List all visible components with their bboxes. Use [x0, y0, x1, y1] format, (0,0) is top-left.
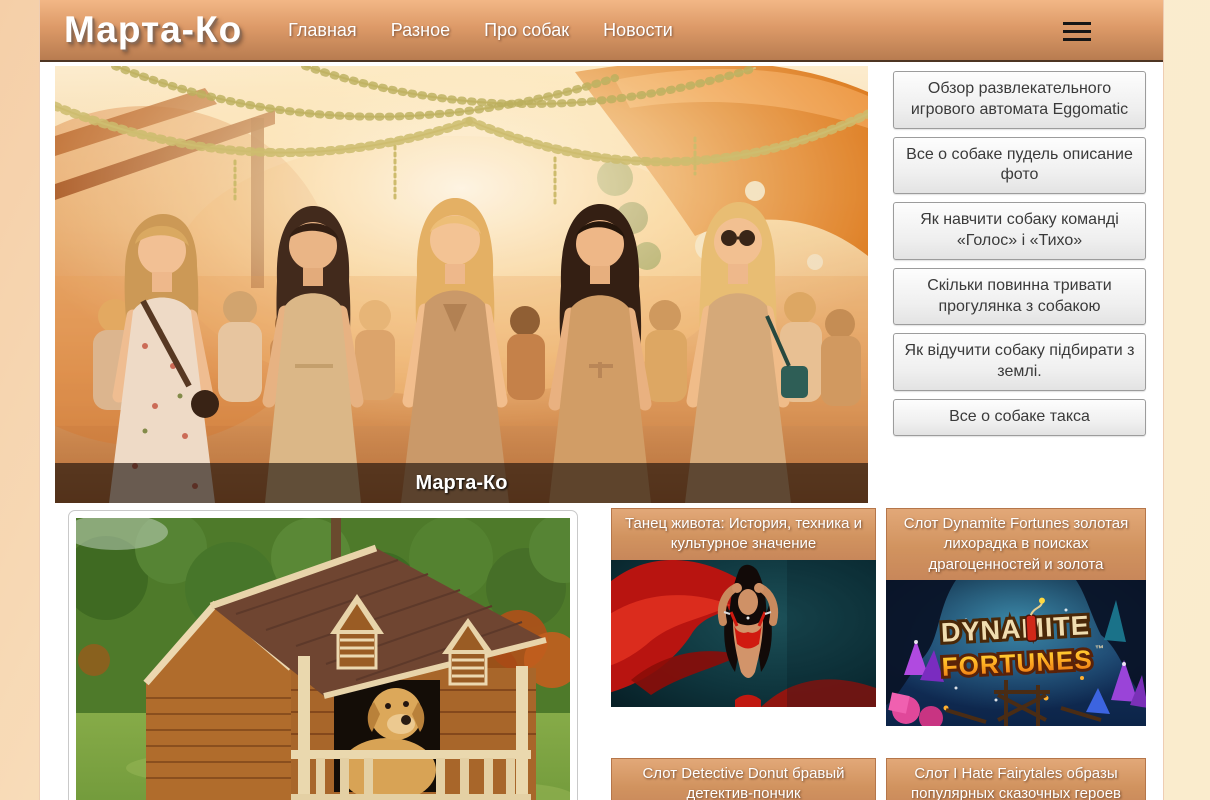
- trademark-symbol: ™: [1095, 643, 1105, 653]
- sidebar-link-dachshund[interactable]: Все о собаке такса: [893, 399, 1146, 436]
- sidebar-link-walk[interactable]: Скільки повинна тривати прогулянка з соб…: [893, 268, 1146, 326]
- site-logo[interactable]: Марта-Ко: [64, 9, 242, 51]
- hero-festival-scene: [55, 66, 868, 503]
- site-wrapper: Марта-Ко Главная Разное Про собак Новост…: [40, 0, 1163, 800]
- nav-link-home[interactable]: Главная: [288, 20, 357, 41]
- nav-link-news[interactable]: Новости: [603, 20, 673, 41]
- nav-link-misc[interactable]: Разное: [391, 20, 450, 41]
- dynamite-fortunes-image[interactable]: DYNAMITE FORTUNES ™: [886, 580, 1146, 726]
- article-title-dynamite-fortunes[interactable]: Слот Dynamite Fortunes золотая лихорадка…: [886, 508, 1146, 581]
- article-title-belly-dance[interactable]: Танец живота: История, техника и культур…: [611, 508, 876, 561]
- sidebar-link-voice-quiet[interactable]: Як навчити собаку команді «Голос» і «Тих…: [893, 202, 1146, 260]
- sidebar-link-eggomatic[interactable]: Обзор развлекательного игрового автомата…: [893, 71, 1146, 129]
- sidebar-links: Обзор развлекательного игрового автомата…: [893, 71, 1146, 436]
- hero-image[interactable]: Марта-Ко: [55, 66, 868, 503]
- nav-link-dogs[interactable]: Про собак: [484, 20, 569, 41]
- sidebar-link-poodle[interactable]: Все о собаке пудель описание фото: [893, 137, 1146, 195]
- hero-caption: Марта-Ко: [55, 463, 868, 503]
- main-nav: Главная Разное Про собак Новости: [288, 20, 673, 41]
- belly-dancer-image[interactable]: [611, 560, 876, 707]
- sidebar-link-pickup[interactable]: Як відучити собаку підбирати з землі.: [893, 333, 1146, 391]
- doghouse-image-card[interactable]: [68, 510, 578, 800]
- doghouse-image: [76, 518, 570, 800]
- hamburger-menu-icon[interactable]: [1063, 22, 1091, 41]
- article-title-hate-fairytales[interactable]: Слот I Hate Fairytales образы популярных…: [886, 758, 1146, 800]
- site-header: Марта-Ко Главная Разное Про собак Новост…: [40, 0, 1163, 62]
- article-title-detective-donut[interactable]: Слот Detective Donut бравый детектив-пон…: [611, 758, 876, 800]
